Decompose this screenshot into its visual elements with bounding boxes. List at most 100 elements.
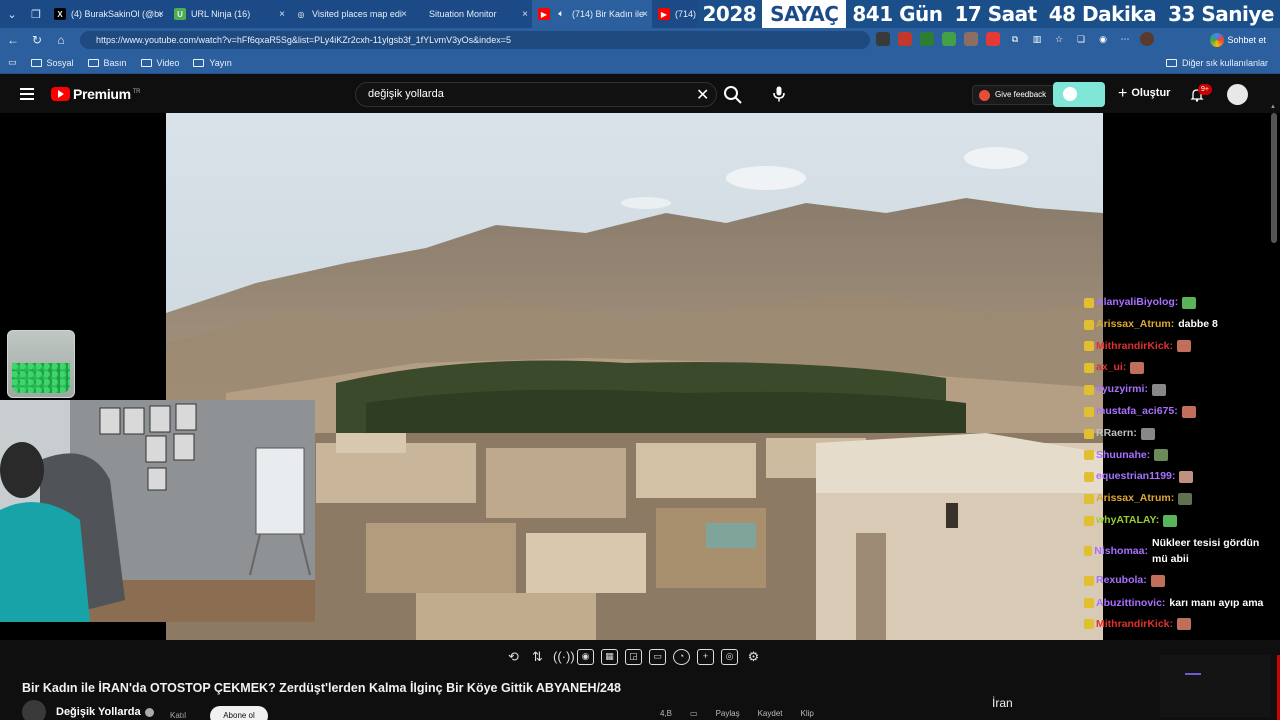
url-field[interactable]: https://www.youtube.com/watch?v=hFf6qxaR…: [80, 31, 870, 49]
save-button[interactable]: Kaydet: [758, 709, 783, 718]
browser-tab-4[interactable]: Situation Monitor ×: [411, 0, 532, 28]
chat-message: Abuzittinovic: karı manı ayıp ama: [1084, 595, 1274, 611]
bookmark-folder-basin[interactable]: Basın: [87, 58, 127, 68]
bookmark-folder-video[interactable]: Video: [140, 58, 179, 68]
extension-icon[interactable]: [920, 32, 934, 46]
extension-icon[interactable]: [964, 32, 978, 46]
tab-menu-icon[interactable]: ⌄: [0, 0, 24, 28]
chat-message: ax_ui:: [1084, 357, 1274, 379]
chat-username[interactable]: RRaern:: [1096, 423, 1137, 445]
chat-badge-icon: [1084, 619, 1094, 630]
speed-icon[interactable]: ◔: [673, 649, 690, 665]
chat-username[interactable]: MithrandirKick:: [1096, 336, 1173, 358]
add-icon[interactable]: +: [697, 649, 714, 665]
chat-username[interactable]: Shuunahe:: [1096, 445, 1150, 467]
share-button[interactable]: Paylaş: [716, 709, 740, 718]
clear-search-icon[interactable]: ✕: [696, 85, 709, 105]
search-icon[interactable]: [722, 84, 744, 106]
copilot-icon: [1210, 33, 1225, 47]
chat-username[interactable]: Arissax_Atrum:: [1096, 314, 1174, 336]
browser-tab-active[interactable]: ▶ 🔈︎ (714) Bir Kadın ile ×: [532, 0, 652, 28]
close-icon[interactable]: ×: [279, 9, 285, 20]
close-icon[interactable]: ×: [158, 9, 164, 20]
sort-icon[interactable]: ⇅: [529, 649, 546, 665]
chat-message: Arissax_Atrum: dabbe 8: [1084, 314, 1274, 336]
extension-toggle[interactable]: [1053, 82, 1105, 107]
loop-icon[interactable]: ⟲: [505, 649, 522, 665]
chat-username[interactable]: AlanyaliBiyolog:: [1096, 292, 1178, 314]
close-icon[interactable]: ×: [642, 9, 648, 20]
join-button[interactable]: Katıl: [170, 711, 186, 720]
chat-text: Nükleer tesisi gördün mü abii: [1151, 536, 1260, 565]
collections-icon[interactable]: ❏: [1074, 32, 1088, 46]
chat-username[interactable]: 4yuzyirmi:: [1096, 379, 1148, 401]
browser-tab-2[interactable]: U URL Ninja (16) ×: [168, 0, 289, 28]
speaker-icon[interactable]: 🔈︎: [555, 8, 567, 20]
theater-mode-icon[interactable]: ▭: [649, 649, 666, 665]
page-scrollbar[interactable]: [1271, 113, 1277, 243]
close-icon[interactable]: ×: [522, 9, 528, 20]
favorites-icon[interactable]: ☆: [1052, 32, 1066, 46]
chat-username[interactable]: MithrandirKick:: [1096, 614, 1173, 636]
bookmark-folder-sosyal[interactable]: Sosyal: [30, 58, 74, 68]
settings-gear-icon[interactable]: ⚙: [745, 649, 762, 665]
bookmark-folder-yayin[interactable]: Yayın: [193, 58, 232, 68]
green-beads: [12, 363, 70, 393]
chat-username[interactable]: whyATALAY:: [1096, 510, 1159, 532]
chat-username[interactable]: Abuzittinovic:: [1096, 595, 1165, 611]
extension-icon[interactable]: [986, 32, 1000, 46]
menu-icon[interactable]: [20, 88, 34, 100]
chat-username[interactable]: equestrian1199:: [1096, 466, 1175, 488]
like-button[interactable]: 4,B: [660, 709, 672, 718]
browser-tab-3[interactable]: ◎ Visited places map edi ×: [289, 0, 411, 28]
puzzle-icon[interactable]: ⧉: [1008, 32, 1022, 46]
scroll-up-icon[interactable]: ▲: [1270, 104, 1276, 110]
chat-username[interactable]: Arissax_Atrum:: [1096, 488, 1174, 510]
more-icon[interactable]: ⋯: [1118, 32, 1132, 46]
split-screen-icon[interactable]: ▥: [1030, 32, 1044, 46]
picture-in-picture-icon[interactable]: ◲: [625, 649, 642, 665]
close-icon[interactable]: ×: [401, 9, 407, 20]
folder-icon: [193, 58, 205, 67]
dislike-icon[interactable]: ▭: [690, 709, 698, 718]
chat-badge-icon: [1084, 450, 1094, 461]
home-icon[interactable]: ⌂: [49, 33, 73, 47]
copilot-chat-button[interactable]: Sohbet et: [1207, 31, 1272, 49]
counter-hours: 17 Saat: [954, 2, 1037, 26]
clapper-icon[interactable]: ▦: [601, 649, 618, 665]
tab-title: Situation Monitor: [429, 9, 497, 19]
youtube-logo-icon[interactable]: [51, 87, 70, 101]
extension-icon[interactable]: [898, 32, 912, 46]
youtube-premium-logo[interactable]: Premium TR: [73, 86, 141, 102]
chat-username[interactable]: ax_ui:: [1096, 357, 1126, 379]
create-button[interactable]: + Oluştur: [1118, 85, 1170, 103]
chat-username[interactable]: Nishomaa:: [1094, 543, 1148, 559]
channel-name[interactable]: Değişik Yollarda: [56, 706, 141, 718]
clip-button[interactable]: Klip: [801, 709, 814, 718]
channel-avatar[interactable]: [22, 700, 46, 720]
user-avatar[interactable]: [1140, 32, 1154, 46]
folder-icon: [30, 58, 42, 67]
chat-username[interactable]: Rexubola:: [1096, 570, 1147, 592]
suggestion-chip[interactable]: İran: [980, 692, 1160, 720]
profile-icon[interactable]: ◉: [1096, 32, 1110, 46]
other-favorites[interactable]: Diğer sık kullanılanlar: [1165, 58, 1268, 68]
chat-username[interactable]: mustafa_aci675:: [1096, 401, 1178, 423]
back-icon[interactable]: ←: [1, 33, 25, 47]
watch-later-icon[interactable]: ◉: [577, 649, 594, 665]
reading-list-icon[interactable]: ▭: [8, 57, 17, 68]
microphone-icon[interactable]: [773, 86, 785, 102]
workspaces-icon[interactable]: ❐: [24, 0, 48, 28]
reload-icon[interactable]: ↻: [25, 33, 49, 47]
video-title: Bir Kadın ile İRAN'da OTOSTOP ÇEKMEK? Ze…: [22, 681, 621, 695]
browser-tab-1[interactable]: X (4) BurakSakinOl (@bur ×: [48, 0, 168, 28]
folder-icon: [87, 58, 99, 67]
subscribe-button[interactable]: Abone ol: [210, 706, 268, 720]
search-input[interactable]: [368, 88, 668, 100]
extension-icon[interactable]: [942, 32, 956, 46]
screenshot-icon[interactable]: ◎: [721, 649, 738, 665]
extension-icon[interactable]: [876, 32, 890, 46]
broadcast-icon[interactable]: ((·)): [553, 649, 575, 665]
give-feedback-button[interactable]: Give feedback: [972, 85, 1056, 105]
account-avatar[interactable]: [1227, 84, 1248, 105]
